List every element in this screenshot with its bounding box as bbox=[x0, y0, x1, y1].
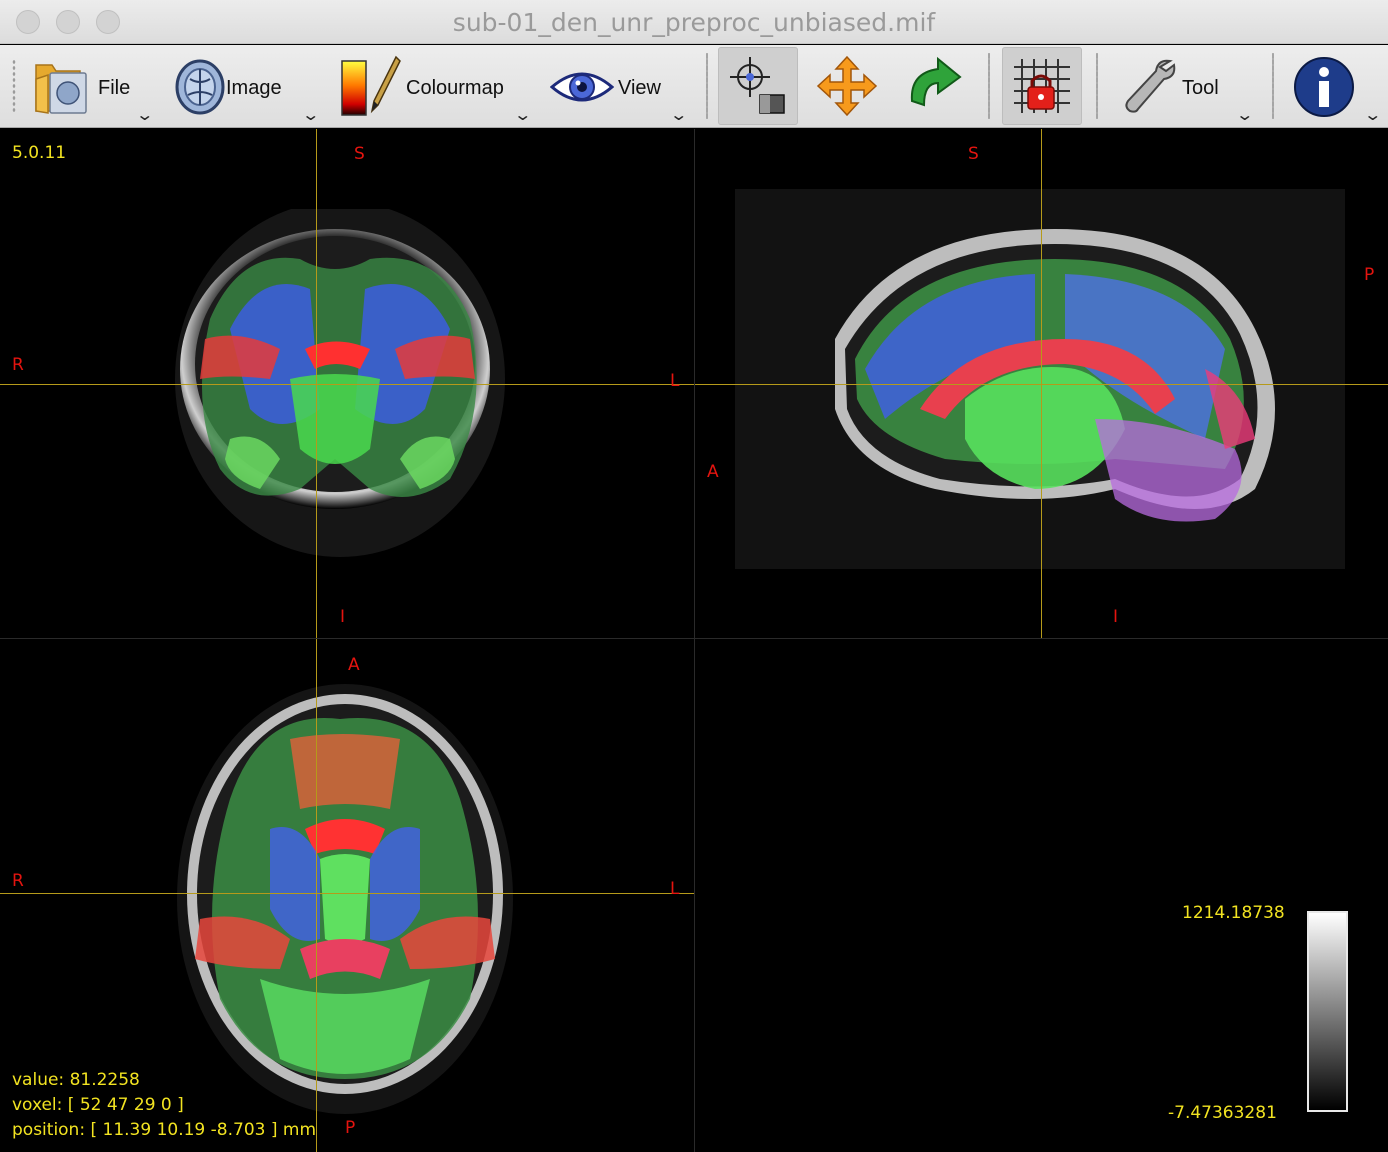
chevron-down-icon: ⌄ bbox=[669, 107, 689, 124]
position-readout: position: [ 11.39 10.19 -8.703 ] mm bbox=[12, 1120, 317, 1140]
voxel-readout: voxel: [ 52 47 29 0 ] bbox=[12, 1095, 184, 1115]
coronal-brain-image bbox=[175, 209, 505, 557]
orientation-label-right: L bbox=[670, 371, 680, 391]
chevron-down-icon: ⌄ bbox=[135, 107, 155, 124]
tool-label: Tool bbox=[1182, 77, 1219, 99]
orientation-label-left: A bbox=[707, 462, 719, 482]
lock-grid-icon bbox=[1014, 59, 1070, 113]
window-title: sub-01_den_unr_preproc_unbiased.mif bbox=[452, 8, 936, 37]
file-menu-button[interactable]: File ⌄ bbox=[26, 47, 160, 125]
orientation-label-bottom: P bbox=[345, 1118, 356, 1138]
image-menu-button[interactable]: Image ⌄ bbox=[168, 47, 326, 125]
orientation-label-bottom: I bbox=[340, 607, 346, 627]
version-label: 5.0.11 bbox=[12, 143, 67, 163]
crosshair-horizontal bbox=[0, 893, 694, 894]
coronal-view[interactable]: S I R L 5.0.11 bbox=[0, 129, 694, 638]
toolbar-separator bbox=[1096, 53, 1098, 119]
crosshair-vertical bbox=[316, 639, 317, 1152]
orientation-label-top: A bbox=[348, 655, 360, 675]
pane-divider-vertical bbox=[694, 129, 695, 1152]
crosshair-horizontal bbox=[0, 384, 694, 385]
axial-brain-image bbox=[177, 684, 513, 1114]
rotate-mode-button[interactable] bbox=[894, 47, 974, 125]
colorbar-min-label: -7.47363281 bbox=[1168, 1103, 1277, 1123]
sagittal-view[interactable]: S I A P bbox=[695, 129, 1388, 638]
toolbar: File ⌄ Image ⌄ Colourmap ⌄ View ⌄ Tool ⌄… bbox=[0, 45, 1388, 128]
sagittal-brain-image bbox=[735, 189, 1345, 569]
colourmap-icon bbox=[341, 55, 401, 116]
colourmap-label: Colourmap bbox=[406, 77, 504, 99]
lock-to-grid-button[interactable] bbox=[1002, 47, 1082, 125]
chevron-down-icon: ⌄ bbox=[513, 107, 533, 124]
orientation-label-bottom: I bbox=[1113, 607, 1119, 627]
orientation-label-top: S bbox=[968, 144, 979, 164]
orientation-label-right: P bbox=[1364, 265, 1375, 285]
view-label: View bbox=[618, 77, 661, 99]
toolbar-separator bbox=[1272, 53, 1274, 119]
view-menu-button[interactable]: View ⌄ bbox=[546, 47, 696, 125]
pan-mode-button[interactable] bbox=[806, 47, 886, 125]
chevron-down-icon: ⌄ bbox=[1363, 107, 1383, 124]
rotate-icon bbox=[910, 56, 962, 107]
folder-icon bbox=[35, 64, 87, 114]
empty-view[interactable] bbox=[695, 639, 1388, 1152]
toolbar-grip[interactable] bbox=[12, 59, 16, 113]
chevron-down-icon: ⌄ bbox=[1235, 107, 1255, 124]
toolbar-separator bbox=[988, 53, 990, 119]
colourmap-menu-button[interactable]: Colourmap ⌄ bbox=[334, 47, 538, 125]
move-icon bbox=[816, 55, 878, 117]
pane-divider-horizontal bbox=[0, 638, 1388, 639]
title-bar: sub-01_den_unr_preproc_unbiased.mif bbox=[0, 0, 1388, 44]
orientation-label-right: L bbox=[670, 879, 680, 899]
colorbar bbox=[1307, 911, 1348, 1112]
orientation-label-left: R bbox=[12, 355, 24, 375]
crosshair-mode-icon bbox=[730, 57, 785, 114]
orientation-label-top: S bbox=[354, 144, 365, 164]
crosshair-vertical bbox=[316, 129, 317, 638]
axial-view[interactable]: A P R L value: 81.2258 voxel: [ 52 47 29… bbox=[0, 639, 694, 1152]
info-icon bbox=[1294, 57, 1354, 117]
crosshair-vertical bbox=[1041, 129, 1042, 638]
chevron-down-icon: ⌄ bbox=[301, 107, 321, 124]
eye-icon bbox=[550, 72, 614, 102]
image-label: Image bbox=[226, 77, 282, 99]
wrench-icon bbox=[1125, 59, 1176, 113]
toolbar-separator bbox=[706, 53, 708, 119]
file-label: File bbox=[98, 77, 131, 99]
value-readout: value: 81.2258 bbox=[12, 1070, 140, 1090]
brain-image-icon bbox=[175, 59, 225, 115]
colorbar-max-label: 1214.18738 bbox=[1182, 903, 1285, 923]
orientation-label-left: R bbox=[12, 871, 24, 891]
about-info-button[interactable]: ⌄ bbox=[1284, 47, 1384, 125]
crosshair-mode-button[interactable] bbox=[718, 47, 798, 125]
image-viewport[interactable]: S I R L 5.0.11 S I A P A P R L value: 81… bbox=[0, 129, 1388, 1152]
tool-menu-button[interactable]: Tool ⌄ bbox=[1110, 47, 1262, 125]
